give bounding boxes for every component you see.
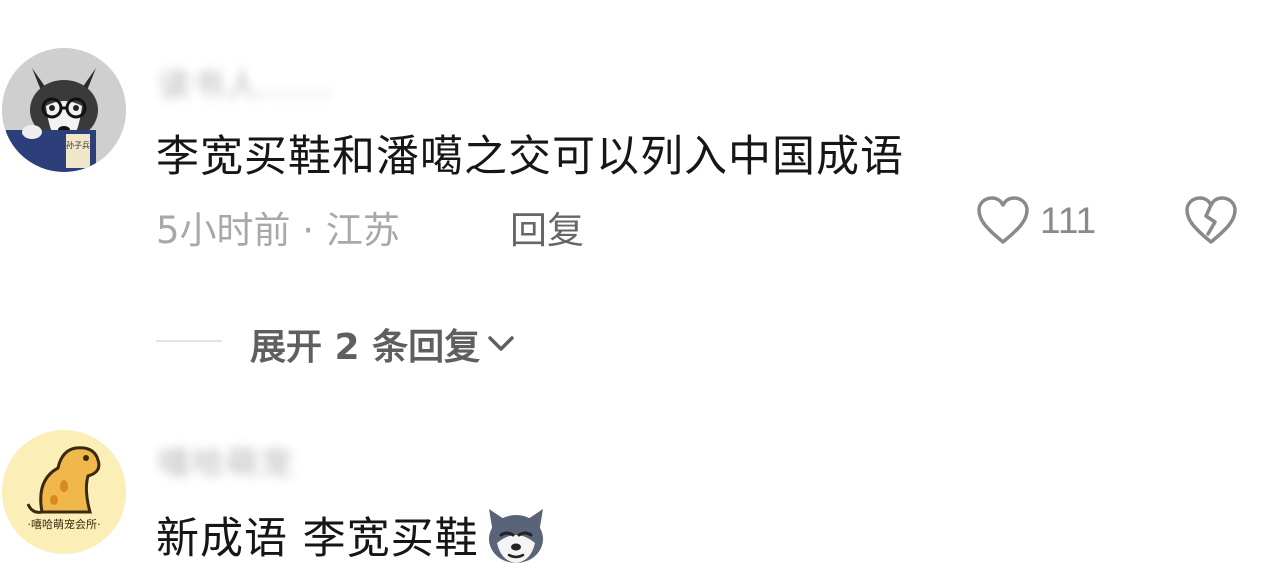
expand-replies-label: 展开 2 条回复 [250,327,481,368]
comment-text: 李宽买鞋和潘噶之交可以列入中国成语 [156,132,904,182]
broken-heart-icon [1185,196,1237,244]
dislike-button[interactable] [1184,196,1238,250]
husky-emoji-icon [485,507,547,576]
book-label: 孙子兵 [66,140,90,150]
comment-item: ·嘻哈萌宠会所· 嘻哈萌宠 新成语 李宽买鞋 [0,400,1276,568]
comment-text-wrap: 新成语 李宽买鞋 [156,504,547,576]
comment-time-location: 5小时前 · 江苏 [156,209,400,252]
heart-outline-icon [977,196,1029,244]
like-count: 111 [1040,200,1097,241]
like-button[interactable]: 111 [976,196,1096,246]
cartoon-dog-avatar-image: ·嘻哈萌宠会所· [2,430,126,554]
divider-line [156,340,222,342]
husky-reading-avatar-image: 孙子兵 [2,48,126,172]
avatar[interactable]: 孙子兵 [2,48,126,172]
comment-item: 孙子兵 读书人...... 李宽买鞋和潘噶之交可以列入中国成语 5小时前 · 江… [0,0,1276,400]
username[interactable]: 读书人...... [158,60,333,106]
chevron-down-icon [488,336,514,351]
reply-button[interactable]: 回复 [510,200,584,254]
username[interactable]: 嘻哈萌宠 [158,438,294,484]
expand-replies-button[interactable]: 展开 2 条回复 [250,318,516,370]
comment-text: 新成语 李宽买鞋 [156,514,479,564]
avatar[interactable]: ·嘻哈萌宠会所· [2,430,126,554]
avatar-banner-text: ·嘻哈萌宠会所· [28,517,101,531]
